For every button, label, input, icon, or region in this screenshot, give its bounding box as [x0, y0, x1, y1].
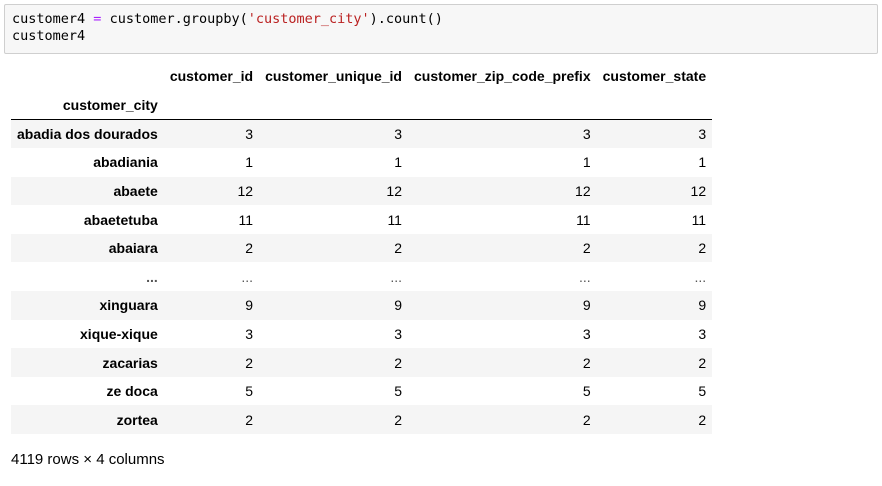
table-row: xinguara 9 9 9 9 — [11, 291, 713, 320]
row-index: abaete — [113, 182, 158, 199]
row-index: ze doca — [106, 383, 158, 400]
table-cell: 1 — [394, 154, 402, 171]
table-row: xique-xique 3 3 3 3 — [11, 319, 713, 349]
table-cell: 3 — [394, 325, 402, 342]
table-row: zacarias 2 2 2 2 — [11, 348, 713, 377]
table-cell: 12 — [237, 182, 254, 199]
header-row: customer_id customer_unique_id customer_… — [11, 61, 712, 90]
table-cell: 9 — [582, 297, 591, 314]
row-index: abadia dos dourados — [17, 126, 158, 143]
table-cell: 1 — [582, 154, 591, 171]
table-cell: 1 — [698, 154, 707, 171]
row-index: zacarias — [102, 354, 158, 371]
table-cell: 5 — [394, 383, 402, 400]
index-name: customer_city — [11, 90, 164, 120]
code-string: 'customer_city' — [247, 11, 370, 27]
index-row-blank — [163, 90, 260, 120]
table-cell: 3 — [245, 126, 254, 143]
table-row-ellipsis: ... ... ... ... ... — [11, 262, 713, 292]
table-cell: 5 — [582, 383, 591, 400]
table-row: ze doca 5 5 5 5 — [11, 376, 713, 406]
code-line-1: customer4 = customer.groupby('customer_c… — [12, 11, 877, 28]
table-cell: ... — [694, 268, 707, 285]
row-index: abaetetuba — [83, 211, 158, 228]
table-cell: 9 — [394, 297, 402, 314]
table-cell: 3 — [245, 325, 254, 342]
table-row: abadia dos dourados 3 3 3 3 — [11, 119, 713, 149]
table-cell: 12 — [386, 182, 402, 199]
table-cell: 11 — [238, 211, 254, 228]
table-cell: 2 — [698, 411, 707, 428]
header-blank — [11, 61, 164, 90]
column-header: customer_zip_code_prefix — [413, 67, 591, 84]
index-row-blank — [596, 90, 713, 120]
table-cell: ... — [241, 268, 254, 285]
table-cell: 2 — [394, 411, 402, 428]
table-cell: 3 — [698, 126, 707, 143]
table-cell: 3 — [582, 126, 591, 143]
row-index: xique-xique — [80, 325, 158, 342]
table-cell: 3 — [394, 126, 402, 143]
code-cell-input[interactable]: customer4 = customer.groupby('customer_c… — [4, 4, 878, 54]
dataframe-shape-summary: 4119 rows × 4 columns — [11, 451, 165, 468]
table-row: abadiania 1 1 1 1 — [11, 148, 713, 177]
table-cell: 2 — [698, 354, 707, 371]
table-cell: 2 — [582, 354, 591, 371]
table-cell: ... — [390, 268, 402, 285]
index-row-blank — [407, 90, 597, 120]
table-cell: 2 — [245, 354, 254, 371]
table-row: abaete 12 12 12 12 — [11, 176, 713, 206]
column-header: customer_state — [602, 67, 707, 84]
dataframe-table: customer_id customer_unique_id customer_… — [11, 61, 713, 435]
table-cell: 5 — [698, 383, 707, 400]
table-cell: 2 — [245, 411, 254, 428]
table-cell: 11 — [691, 211, 707, 228]
row-index: abaiara — [108, 240, 158, 257]
code-call-start: customer.groupby( — [109, 11, 248, 27]
row-index: zortea — [116, 411, 158, 428]
table-cell: 9 — [698, 297, 707, 314]
row-index: xinguara — [99, 297, 158, 314]
table-cell: 3 — [698, 325, 707, 342]
code-operator: = — [93, 11, 102, 27]
table-cell: 2 — [582, 240, 591, 257]
table-cell: 2 — [245, 240, 254, 257]
table-cell: 1 — [245, 154, 254, 171]
table-cell: 5 — [245, 383, 254, 400]
table-cell: 3 — [582, 325, 591, 342]
column-header: customer_unique_id — [265, 67, 402, 84]
index-name-row: customer_city — [11, 90, 713, 120]
table-cell: 12 — [575, 182, 591, 199]
code-line-2: customer4 — [12, 28, 86, 44]
table-cell: 2 — [582, 411, 591, 428]
table-row: zortea 2 2 2 2 — [11, 405, 713, 435]
table-cell: 11 — [387, 211, 402, 228]
table-row: abaiara 2 2 2 2 — [11, 233, 713, 263]
table-row: abaetetuba 11 11 11 11 — [11, 205, 713, 234]
index-row-blank — [259, 90, 408, 120]
row-index: abadiania — [93, 154, 158, 171]
table-cell: 2 — [394, 240, 402, 257]
table-cell: ... — [578, 268, 591, 285]
table-cell: 9 — [245, 297, 254, 314]
column-header: customer_id — [169, 67, 254, 84]
row-index: ... — [146, 268, 158, 285]
code-variable: customer4 — [12, 11, 86, 27]
table-cell: 12 — [690, 182, 707, 199]
code-call-end: ).count() — [369, 11, 443, 27]
table-cell: 2 — [394, 354, 402, 371]
table-cell: 11 — [576, 211, 591, 228]
table-cell: 2 — [698, 240, 707, 257]
